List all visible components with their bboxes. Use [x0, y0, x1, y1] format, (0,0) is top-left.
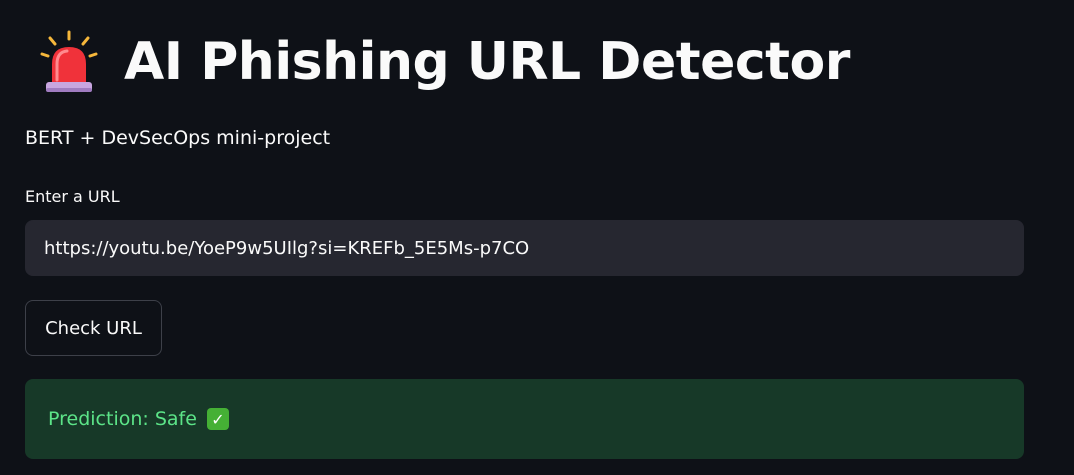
url-input-label: Enter a URL — [25, 187, 120, 206]
siren-icon — [40, 30, 98, 92]
prediction-result-box: Prediction: Safe ✓ — [25, 379, 1024, 459]
prediction-text: Prediction: Safe — [48, 408, 197, 430]
check-url-button[interactable]: Check URL — [25, 300, 162, 356]
title-row: AI Phishing URL Detector — [40, 22, 850, 102]
url-input[interactable] — [25, 220, 1024, 276]
page-title: AI Phishing URL Detector — [124, 32, 850, 92]
app-container: AI Phishing URL Detector BERT + DevSecOp… — [0, 0, 1074, 475]
page-subtitle: BERT + DevSecOps mini-project — [25, 127, 331, 149]
check-mark-icon: ✓ — [206, 408, 229, 430]
